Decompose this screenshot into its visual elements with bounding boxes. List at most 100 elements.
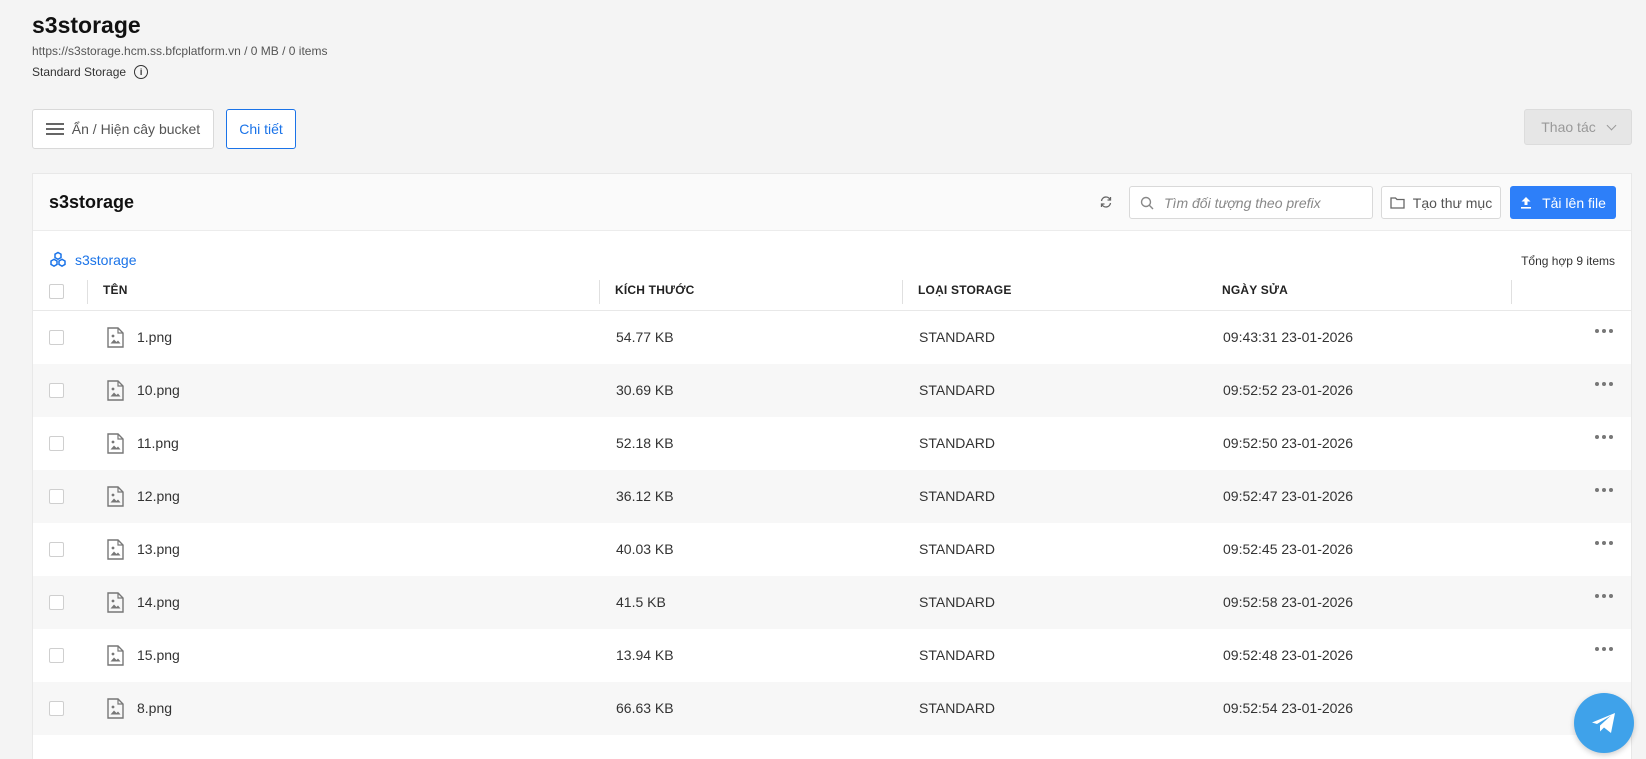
file-name[interactable]: 1.png [137,329,172,345]
storage-type: STANDARD [919,647,995,663]
file-name[interactable]: 15.png [137,647,180,663]
file-name[interactable]: 8.png [137,700,172,716]
table-row[interactable]: 10.png 30.69 KB STANDARD 09:52:52 23-01-… [33,364,1631,417]
modified-date: 09:52:54 23-01-2026 [1223,700,1353,716]
storage-type: STANDARD [919,435,995,451]
page-title: s3storage [32,12,141,38]
modified-date: 09:52:45 23-01-2026 [1223,541,1353,557]
file-size: 52.18 KB [616,435,674,451]
breadcrumb-row: s3storage Tổng hợp 9 items [33,231,1631,271]
new-folder-button[interactable]: Tạo thư mục [1381,186,1501,219]
search-input[interactable] [1164,194,1364,211]
table-row[interactable]: 15.png 13.94 KB STANDARD 09:52:48 23-01-… [33,629,1631,682]
upload-icon [1521,197,1532,209]
storage-type: STANDARD [919,541,995,557]
modified-date: 09:52:52 23-01-2026 [1223,382,1353,398]
table-row[interactable]: 13.png 40.03 KB STANDARD 09:52:45 23-01-… [33,523,1631,576]
column-divider [599,280,600,304]
storage-type: STANDARD [919,488,995,504]
image-file-icon [107,327,124,348]
table-header: TÊN KÍCH THƯỚC LOẠI STORAGE NGÀY SỬA [33,271,1631,311]
file-name[interactable]: 13.png [137,541,180,557]
column-modified-date[interactable]: NGÀY SỬA [1222,283,1288,297]
toggle-bucket-tree-label: Ẩn / Hiện cây bucket [71,121,201,137]
file-size: 54.77 KB [616,329,674,345]
column-name[interactable]: TÊN [103,283,128,297]
column-divider [902,280,903,304]
more-icon[interactable] [1595,541,1613,545]
toggle-bucket-tree-button[interactable]: Ẩn / Hiện cây bucket [32,109,214,149]
row-checkbox[interactable] [49,383,64,398]
modified-date: 09:43:31 23-01-2026 [1223,329,1353,345]
telegram-icon [1592,713,1615,733]
new-folder-label: Tạo thư mục [1412,194,1493,211]
row-checkbox[interactable] [49,595,64,610]
file-size: 41.5 KB [616,594,666,610]
info-icon[interactable]: i [134,65,149,79]
storage-type: STANDARD [919,594,995,610]
modified-date: 09:52:48 23-01-2026 [1223,647,1353,663]
panel-header: s3storage Tạo thư mục Tải lên file [33,174,1631,231]
file-size: 30.69 KB [616,382,674,398]
upload-file-button[interactable]: Tải lên file [1510,186,1616,219]
image-file-icon [107,380,124,401]
file-size: 36.12 KB [616,488,674,504]
row-checkbox[interactable] [49,436,64,451]
modified-date: 09:52:47 23-01-2026 [1223,488,1353,504]
file-size: 13.94 KB [616,647,674,663]
more-icon[interactable] [1595,594,1613,598]
breadcrumb-bucket: s3storage [75,252,137,268]
breadcrumb[interactable]: s3storage [49,251,136,269]
menu-icon [45,123,64,135]
row-checkbox[interactable] [49,648,64,663]
file-name[interactable]: 14.png [137,594,180,610]
chevron-down-icon [1606,120,1617,130]
row-checkbox[interactable] [49,701,64,716]
storage-class-label: Standard Storage [32,65,127,79]
table-body: 1.png 54.77 KB STANDARD 09:43:31 23-01-2… [33,311,1631,735]
actions-dropdown[interactable]: Thao tác [1524,109,1632,145]
more-icon[interactable] [1595,488,1613,492]
image-file-icon [107,539,124,560]
telegram-chat-button[interactable] [1574,693,1634,753]
file-name[interactable]: 12.png [137,488,180,504]
table-row[interactable]: 8.png 66.63 KB STANDARD 09:52:54 23-01-2… [33,682,1631,735]
row-checkbox[interactable] [49,330,64,345]
items-total: Tổng hợp 9 items [1521,254,1615,268]
folder-icon [1390,197,1405,209]
select-all-checkbox[interactable] [49,284,64,299]
row-checkbox[interactable] [49,542,64,557]
modified-date: 09:52:50 23-01-2026 [1223,435,1353,451]
more-icon[interactable] [1595,382,1613,386]
storage-type: STANDARD [919,700,995,716]
image-file-icon [107,698,124,719]
file-name[interactable]: 10.png [137,382,180,398]
table-row[interactable]: 1.png 54.77 KB STANDARD 09:43:31 23-01-2… [33,311,1631,364]
modified-date: 09:52:58 23-01-2026 [1223,594,1353,610]
upload-file-label: Tải lên file [1542,194,1606,211]
panel-title: s3storage [49,192,135,212]
more-icon[interactable] [1595,435,1613,439]
table-row[interactable]: 12.png 36.12 KB STANDARD 09:52:47 23-01-… [33,470,1631,523]
image-file-icon [107,592,124,613]
image-file-icon [107,486,124,507]
detail-button[interactable]: Chi tiết [226,109,296,149]
more-icon[interactable] [1595,647,1613,651]
more-icon[interactable] [1595,329,1613,333]
file-size: 66.63 KB [616,700,674,716]
table-row[interactable]: 11.png 52.18 KB STANDARD 09:52:50 23-01-… [33,417,1631,470]
refresh-icon[interactable] [1097,193,1115,211]
column-divider [87,280,88,304]
storage-class: Standard Storage i [32,65,149,79]
column-storage-type[interactable]: LOẠI STORAGE [918,283,1012,297]
bucket-icon [50,251,66,267]
storage-type: STANDARD [919,329,995,345]
search-icon [1140,196,1154,209]
table-row[interactable]: 14.png 41.5 KB STANDARD 09:52:58 23-01-2… [33,576,1631,629]
storage-type: STANDARD [919,382,995,398]
column-size[interactable]: KÍCH THƯỚC [615,283,695,297]
row-checkbox[interactable] [49,489,64,504]
file-name[interactable]: 11.png [137,435,179,451]
file-size: 40.03 KB [616,541,674,557]
image-file-icon [107,645,124,666]
